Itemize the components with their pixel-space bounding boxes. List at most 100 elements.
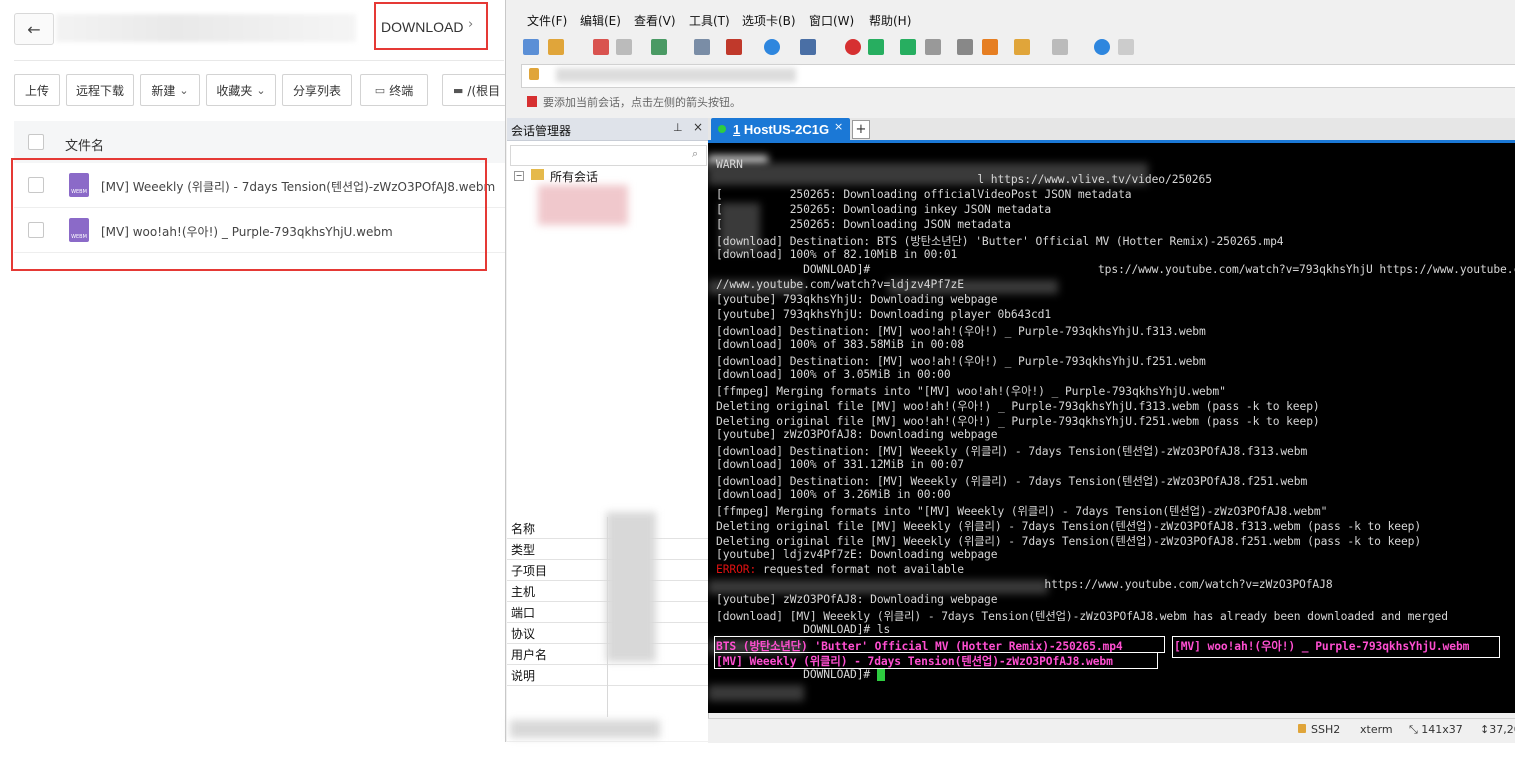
- terminal-line: [download] 100% of 3.26MiB in 00:00: [716, 488, 951, 501]
- font-icon[interactable]: [800, 39, 816, 55]
- disconnect-icon[interactable]: [593, 39, 609, 55]
- favorites-button[interactable]: 收藏夹 ⌄: [206, 74, 276, 106]
- open-folder-icon[interactable]: [548, 39, 564, 55]
- tree-collapse-icon[interactable]: −: [514, 171, 524, 181]
- annotation-box-files: [11, 158, 487, 271]
- breadcrumb-current[interactable]: DOWNLOAD: [381, 19, 463, 35]
- terminal-line: Deleting original file [MV] woo!ah!(우아!)…: [716, 415, 1320, 428]
- status-size: ⤡ 141x37: [1409, 723, 1463, 736]
- terminal-line: [youtube] zWzO3POfAJ8: Downloading webpa…: [716, 428, 998, 441]
- new-button[interactable]: 新建 ⌄: [140, 74, 200, 106]
- session-hint: 要添加当前会话，点击左侧的箭头按钮。: [543, 96, 741, 109]
- new-tab-icon[interactable]: [651, 39, 667, 55]
- lock-icon: [529, 68, 539, 80]
- add-tab-button[interactable]: +: [852, 120, 870, 139]
- remote-download-button[interactable]: 远程下载: [66, 74, 134, 106]
- terminal-line: Deleting original file [MV] woo!ah!(우아!)…: [716, 400, 1320, 413]
- terminal-line: Deleting original file [MV] Weeekly (위클리…: [716, 520, 1422, 533]
- terminal-icon: ▭: [374, 83, 386, 97]
- breadcrumb-blurred: [56, 14, 356, 42]
- menu-edit[interactable]: 编辑(E): [580, 12, 621, 29]
- terminal-line: [download] 100% of 383.58MiB in 00:08: [716, 338, 964, 351]
- chevron-down-icon: ⌄: [179, 83, 189, 97]
- close-icon[interactable]: ×: [693, 120, 703, 134]
- root-path-button[interactable]: ▬/(根目: [442, 74, 506, 106]
- terminal-line: WARN: [716, 158, 743, 171]
- chat-icon[interactable]: [1118, 39, 1134, 55]
- property-type: 类型: [511, 543, 536, 557]
- share-list-button[interactable]: 分享列表: [282, 74, 352, 106]
- terminal-line: [download] 100% of 331.12MiB in 00:07: [716, 458, 964, 471]
- terminal-line: [download] 100% of 82.10MiB in 00:01: [716, 248, 958, 261]
- menu-tabs[interactable]: 选项卡(B): [742, 12, 796, 29]
- search-icon: ⌕: [692, 147, 699, 160]
- new-session-icon[interactable]: [523, 39, 539, 55]
- terminal-cursor: [876, 669, 885, 681]
- terminal-line: [ 250265: Downloading inkey JSON metadat…: [716, 203, 1052, 216]
- globe-icon[interactable]: [764, 39, 780, 55]
- terminal-line: [download] 100% of 3.05MiB in 00:00: [716, 368, 951, 381]
- terminal-error-line: ERROR: requested format not available: [716, 563, 964, 576]
- keyboard-icon[interactable]: [957, 39, 973, 55]
- status-bar: [708, 718, 1515, 743]
- resize-icon: ⤡: [1409, 723, 1422, 736]
- tab-label: 1 HostUS-2C1G: [733, 122, 830, 137]
- tab-close-icon[interactable]: ×: [834, 120, 843, 133]
- back-button[interactable]: ←: [14, 13, 54, 45]
- property-host: 主机: [511, 585, 536, 599]
- session-search-input[interactable]: [510, 145, 707, 166]
- highlight-box: [714, 652, 1158, 669]
- chevron-right-icon: ›: [468, 17, 474, 32]
- blurred-session: [538, 185, 628, 225]
- select-all-checkbox[interactable]: [28, 134, 44, 150]
- menu-view[interactable]: 查看(V): [634, 12, 676, 29]
- terminal-line: [ffmpeg] Merging formats into "[MV] Weee…: [716, 505, 1328, 518]
- lock-icon[interactable]: [925, 39, 941, 55]
- arrow-left-icon: ←: [27, 19, 41, 39]
- tile-icon[interactable]: [1052, 39, 1068, 55]
- terminal-button[interactable]: ▭ 终端: [360, 74, 428, 106]
- blurred-footer: [510, 720, 660, 738]
- column-header-filename[interactable]: 文件名: [65, 135, 104, 154]
- compose-icon[interactable]: [1014, 39, 1030, 55]
- menu-help[interactable]: 帮助(H): [869, 12, 911, 29]
- menu-window[interactable]: 窗口(W): [809, 12, 854, 29]
- terminal-line: [download] Destination: BTS (방탄소년단) 'But…: [716, 235, 1284, 248]
- divider: [14, 60, 504, 61]
- prompt-text: DOWNLOAD]#: [716, 668, 877, 681]
- terminal-line: [ffmpeg] Merging formats into "[MV] woo!…: [716, 385, 1226, 398]
- terminal-prompt: DOWNLOAD]#: [716, 668, 885, 681]
- terminal-line: [download] Destination: [MV] Weeekly (위클…: [716, 445, 1308, 458]
- status-term: xterm: [1360, 723, 1393, 736]
- terminal-line: [download] Destination: [MV] woo!ah!(우아!…: [716, 325, 1206, 338]
- xftp-icon[interactable]: [845, 39, 861, 55]
- search-icon[interactable]: [694, 39, 710, 55]
- terminal-line: Deleting original file [MV] Weeekly (위클리…: [716, 535, 1422, 548]
- error-label: ERROR:: [716, 563, 757, 576]
- terminal-line: [youtube] zWzO3POfAJ8: Downloading webpa…: [716, 593, 998, 606]
- terminal-line: [youtube] 793qkhsYhjU: Downloading playe…: [716, 308, 1052, 321]
- pin-icon[interactable]: ⊥: [673, 121, 683, 134]
- highlight-box: [714, 636, 1165, 653]
- chevron-down-icon: ⌄: [256, 83, 266, 97]
- xmanager-icon[interactable]: [868, 39, 884, 55]
- layout-icon[interactable]: [726, 39, 742, 55]
- menu-tools[interactable]: 工具(T): [689, 12, 730, 29]
- help-icon[interactable]: [1094, 39, 1110, 55]
- tree-all-sessions[interactable]: 所有会话: [550, 168, 598, 185]
- upload-button[interactable]: 上传: [14, 74, 60, 106]
- blurred-values: [606, 512, 656, 662]
- folder-icon: [531, 169, 544, 180]
- highlight-icon[interactable]: [982, 39, 998, 55]
- terminal-line: //www.youtube.com/watch?v=ldjzv4Pf7zE: [716, 278, 964, 291]
- menu-file[interactable]: 文件(F): [527, 12, 567, 29]
- reconnect-icon[interactable]: [616, 39, 632, 55]
- status-position: ↕37,20: [1480, 723, 1515, 736]
- terminal-line: https://www.youtube.com/watch?v=zWzO3POf…: [716, 578, 1333, 591]
- lock-icon: [1298, 724, 1306, 733]
- terminal[interactable]: WARN l https://www.vlive.tv/video/250265…: [708, 143, 1515, 713]
- bookmark-icon: [527, 96, 537, 107]
- terminal-line: [youtube] 793qkhsYhjU: Downloading webpa…: [716, 293, 998, 306]
- cursor-pos-icon: ↕: [1480, 723, 1490, 736]
- fullscreen-icon[interactable]: [900, 39, 916, 55]
